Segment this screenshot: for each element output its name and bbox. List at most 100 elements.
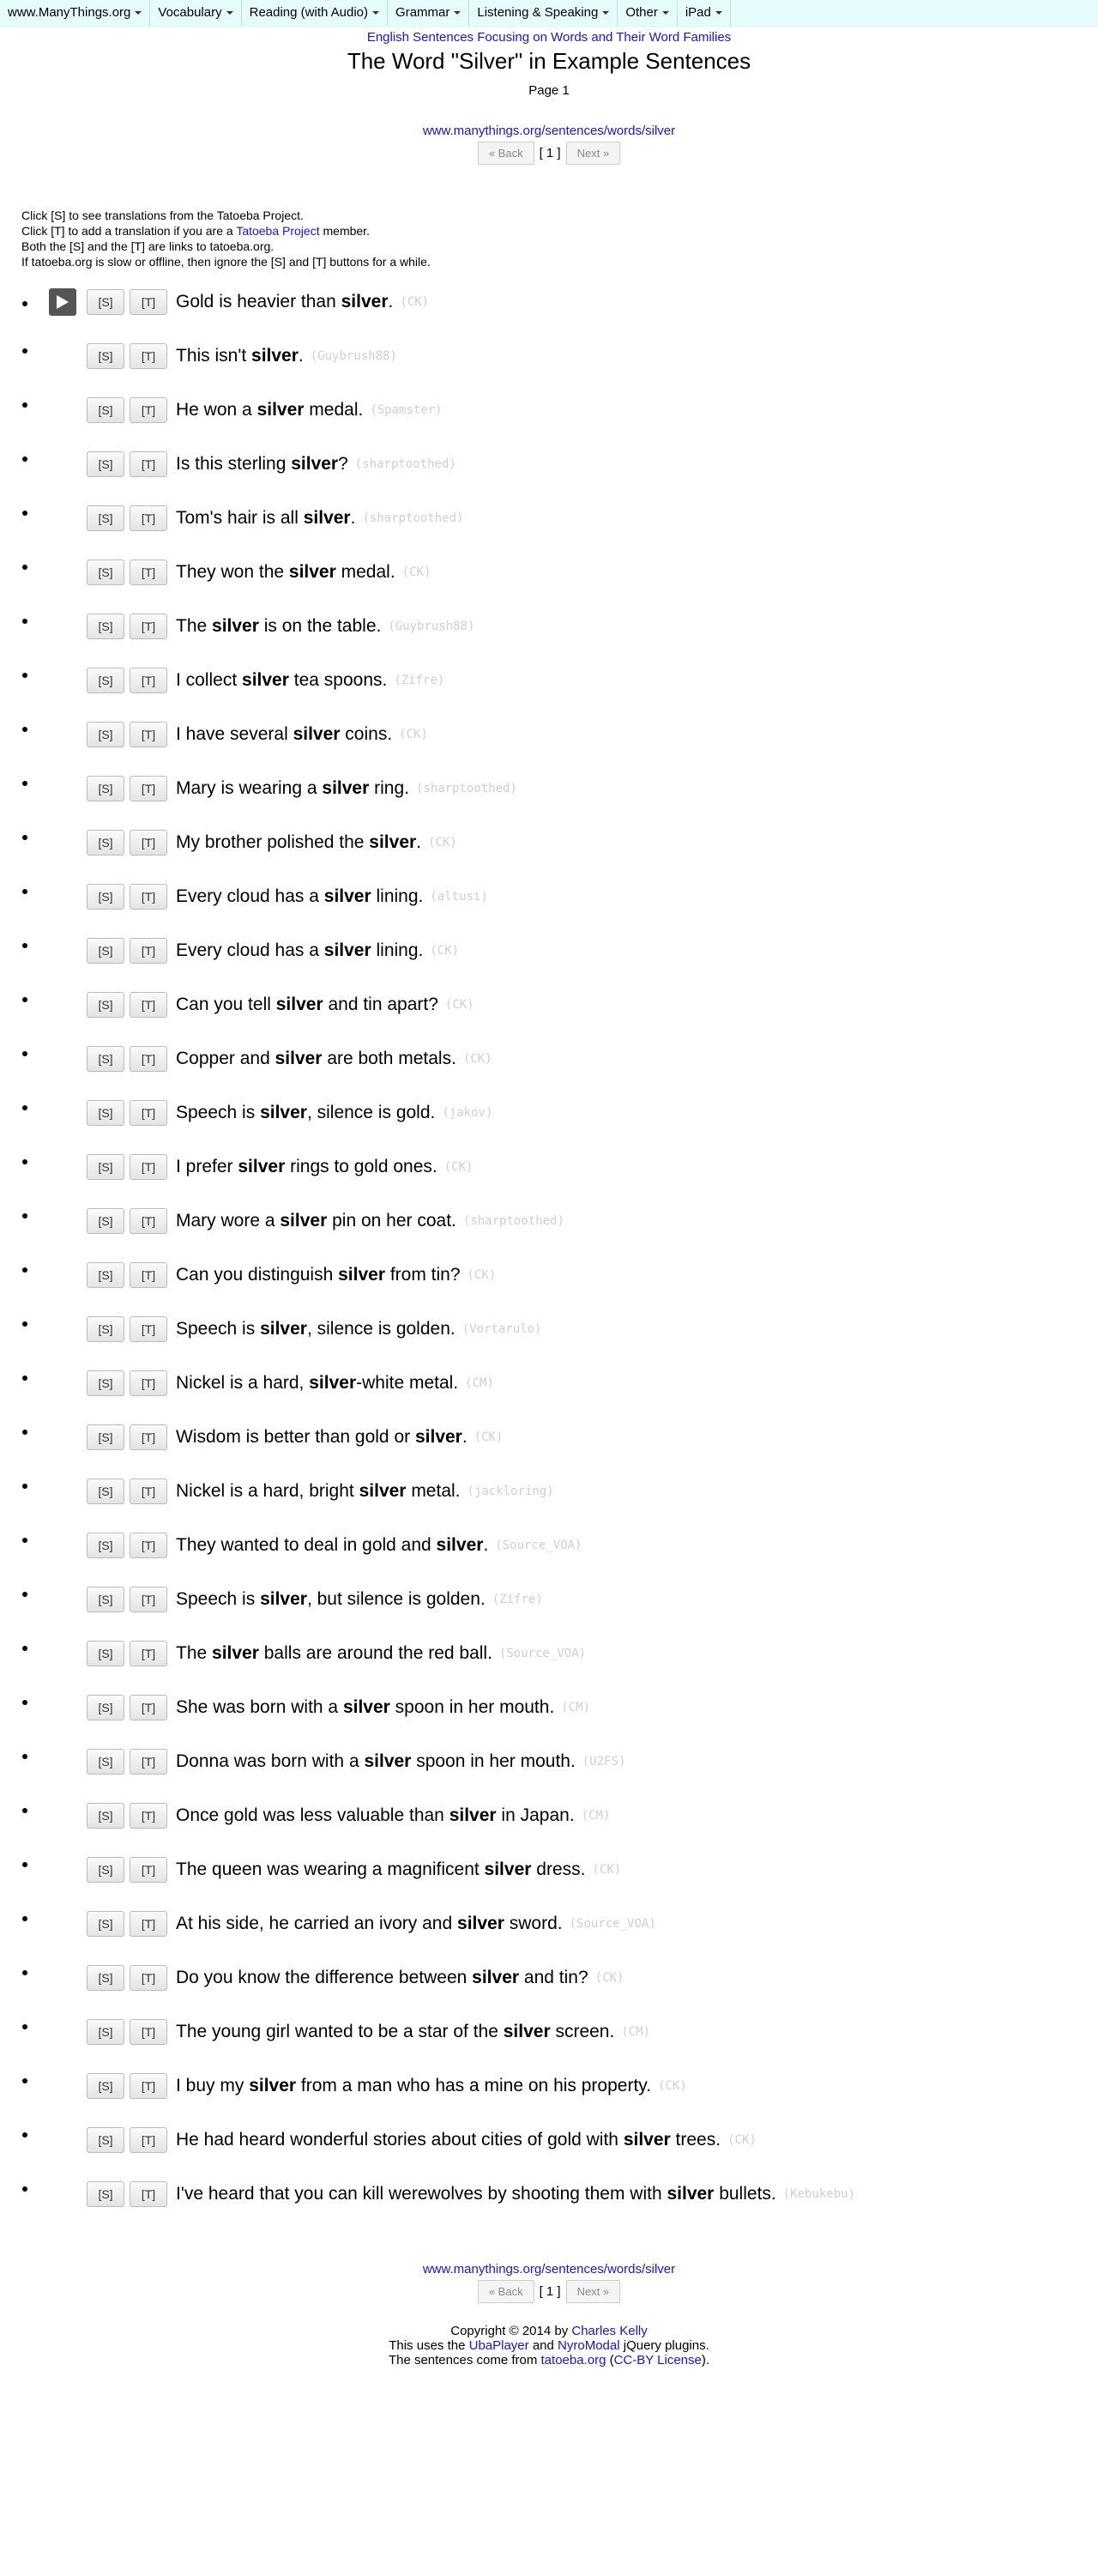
next-button[interactable]: Next » <box>565 2280 621 2303</box>
see-translations-button[interactable]: [S] <box>87 2019 124 2045</box>
add-translation-button[interactable]: [T] <box>130 343 167 369</box>
nyromodal-link[interactable]: NyroModal <box>558 2338 620 2353</box>
add-translation-button[interactable]: [T] <box>130 614 167 639</box>
see-translations-button[interactable]: [S] <box>87 1046 124 1072</box>
see-translations-button[interactable]: [S] <box>87 1587 124 1612</box>
add-translation-button[interactable]: [T] <box>130 1478 167 1504</box>
see-translations-button[interactable]: [S] <box>87 451 124 477</box>
nav-home-label: www.ManyThings.org <box>8 5 131 20</box>
see-translations-button[interactable]: [S] <box>87 1803 124 1829</box>
add-translation-button[interactable]: [T] <box>130 2181 167 2207</box>
see-translations-button[interactable]: [S] <box>87 1965 124 1991</box>
tatoeba-link[interactable]: tatoeba.org <box>541 2353 606 2367</box>
add-translation-button[interactable]: [T] <box>130 289 167 315</box>
add-translation-button[interactable]: [T] <box>130 2019 167 2045</box>
add-translation-button[interactable]: [T] <box>130 1424 167 1450</box>
back-button[interactable]: « Back <box>477 2280 534 2303</box>
see-translations-button[interactable]: [S] <box>87 668 124 693</box>
see-translations-button[interactable]: [S] <box>87 722 124 747</box>
see-translations-button[interactable]: [S] <box>87 1424 124 1450</box>
see-translations-button[interactable]: [S] <box>87 884 124 910</box>
add-translation-button[interactable]: [T] <box>130 1208 167 1234</box>
add-translation-button[interactable]: [T] <box>130 722 167 747</box>
footer-url-link[interactable]: www.manythings.org/sentences/words/silve… <box>423 2262 675 2277</box>
add-translation-button[interactable]: [T] <box>130 1749 167 1775</box>
add-translation-button[interactable]: [T] <box>130 1911 167 1937</box>
see-translations-button[interactable]: [S] <box>87 559 124 585</box>
add-translation-button[interactable]: [T] <box>130 1316 167 1342</box>
sentence-item: [S][T] He had heard wonderful stories abo… <box>39 2123 1098 2182</box>
add-translation-button[interactable]: [T] <box>130 1641 167 1666</box>
add-translation-button[interactable]: [T] <box>130 1803 167 1829</box>
nav-home[interactable]: www.ManyThings.org <box>0 0 151 26</box>
add-translation-button[interactable]: [T] <box>130 559 167 585</box>
see-translations-button[interactable]: [S] <box>87 1262 124 1288</box>
add-translation-button[interactable]: [T] <box>130 505 167 531</box>
nav-reading[interactable]: Reading (with Audio) <box>242 0 389 26</box>
see-translations-button[interactable]: [S] <box>87 1370 124 1396</box>
add-translation-button[interactable]: [T] <box>130 884 167 910</box>
nav-other[interactable]: Other <box>618 0 678 26</box>
back-button[interactable]: « Back <box>477 142 534 165</box>
see-translations-button[interactable]: [S] <box>87 1154 124 1180</box>
add-translation-button[interactable]: [T] <box>130 1370 167 1396</box>
add-translation-button[interactable]: [T] <box>130 1533 167 1558</box>
see-translations-button[interactable]: [S] <box>87 992 124 1018</box>
add-translation-button[interactable]: [T] <box>130 1046 167 1072</box>
add-translation-button[interactable]: [T] <box>130 1154 167 1180</box>
add-translation-button[interactable]: [T] <box>130 1262 167 1288</box>
see-translations-button[interactable]: [S] <box>87 1641 124 1666</box>
nav-listening[interactable]: Listening & Speaking <box>469 0 618 26</box>
add-translation-button[interactable]: [T] <box>130 776 167 801</box>
subtitle-link[interactable]: English Sentences Focusing on Words and … <box>367 30 731 45</box>
author-link[interactable]: Charles Kelly <box>571 2324 647 2338</box>
play-icon[interactable] <box>49 288 76 316</box>
see-translations-button[interactable]: [S] <box>87 1857 124 1883</box>
nav-grammar[interactable]: Grammar <box>388 0 470 26</box>
see-translations-button[interactable]: [S] <box>87 1208 124 1234</box>
add-translation-button[interactable]: [T] <box>130 1857 167 1883</box>
see-translations-button[interactable]: [S] <box>87 397 124 423</box>
license-link[interactable]: CC-BY License <box>614 2353 702 2367</box>
see-translations-button[interactable]: [S] <box>87 505 124 531</box>
add-translation-button[interactable]: [T] <box>130 2127 167 2153</box>
see-translations-button[interactable]: [S] <box>87 289 124 315</box>
sentence-item: [S][T] Mary is wearing a silver ring. (sha… <box>39 771 1098 831</box>
top-pager: « Back [ 1 ] Next » <box>0 142 1098 165</box>
add-translation-button[interactable]: [T] <box>130 397 167 423</box>
see-translations-button[interactable]: [S] <box>87 776 124 801</box>
add-translation-button[interactable]: [T] <box>130 2073 167 2099</box>
see-translations-button[interactable]: [S] <box>87 1695 124 1720</box>
see-translations-button[interactable]: [S] <box>87 343 124 369</box>
see-translations-button[interactable]: [S] <box>87 1316 124 1342</box>
see-translations-button[interactable]: [S] <box>87 1533 124 1558</box>
add-translation-button[interactable]: [T] <box>130 451 167 477</box>
ubaplayer-link[interactable]: UbaPlayer <box>469 2338 529 2353</box>
see-translations-button[interactable]: [S] <box>87 2073 124 2099</box>
see-translations-button[interactable]: [S] <box>87 1749 124 1775</box>
see-translations-button[interactable]: [S] <box>87 1478 124 1504</box>
nav-vocabulary[interactable]: Vocabulary <box>150 0 242 26</box>
nav-ipad[interactable]: iPad <box>678 0 731 26</box>
add-translation-button[interactable]: [T] <box>130 830 167 856</box>
page-url-link[interactable]: www.manythings.org/sentences/words/silve… <box>423 124 675 138</box>
add-translation-button[interactable]: [T] <box>130 1695 167 1720</box>
see-translations-button[interactable]: [S] <box>87 830 124 856</box>
see-translations-button[interactable]: [S] <box>87 2181 124 2207</box>
see-translations-button[interactable]: [S] <box>87 938 124 964</box>
instructions: Click [S] to see translations from the T… <box>21 208 1098 269</box>
add-translation-button[interactable]: [T] <box>130 1965 167 1991</box>
see-translations-button[interactable]: [S] <box>87 2127 124 2153</box>
contributor-attribution: (Source_VOA) <box>498 1647 587 1660</box>
sentence-item: [S][T] Tom's hair is all silver. (sharptoo… <box>39 501 1098 560</box>
tatoeba-project-link[interactable]: Tatoeba Project <box>236 224 319 238</box>
see-translations-button[interactable]: [S] <box>87 1100 124 1126</box>
add-translation-button[interactable]: [T] <box>130 938 167 964</box>
add-translation-button[interactable]: [T] <box>130 1587 167 1612</box>
add-translation-button[interactable]: [T] <box>130 992 167 1018</box>
add-translation-button[interactable]: [T] <box>130 668 167 693</box>
see-translations-button[interactable]: [S] <box>87 614 124 639</box>
next-button[interactable]: Next » <box>565 142 621 165</box>
add-translation-button[interactable]: [T] <box>130 1100 167 1126</box>
see-translations-button[interactable]: [S] <box>87 1911 124 1937</box>
